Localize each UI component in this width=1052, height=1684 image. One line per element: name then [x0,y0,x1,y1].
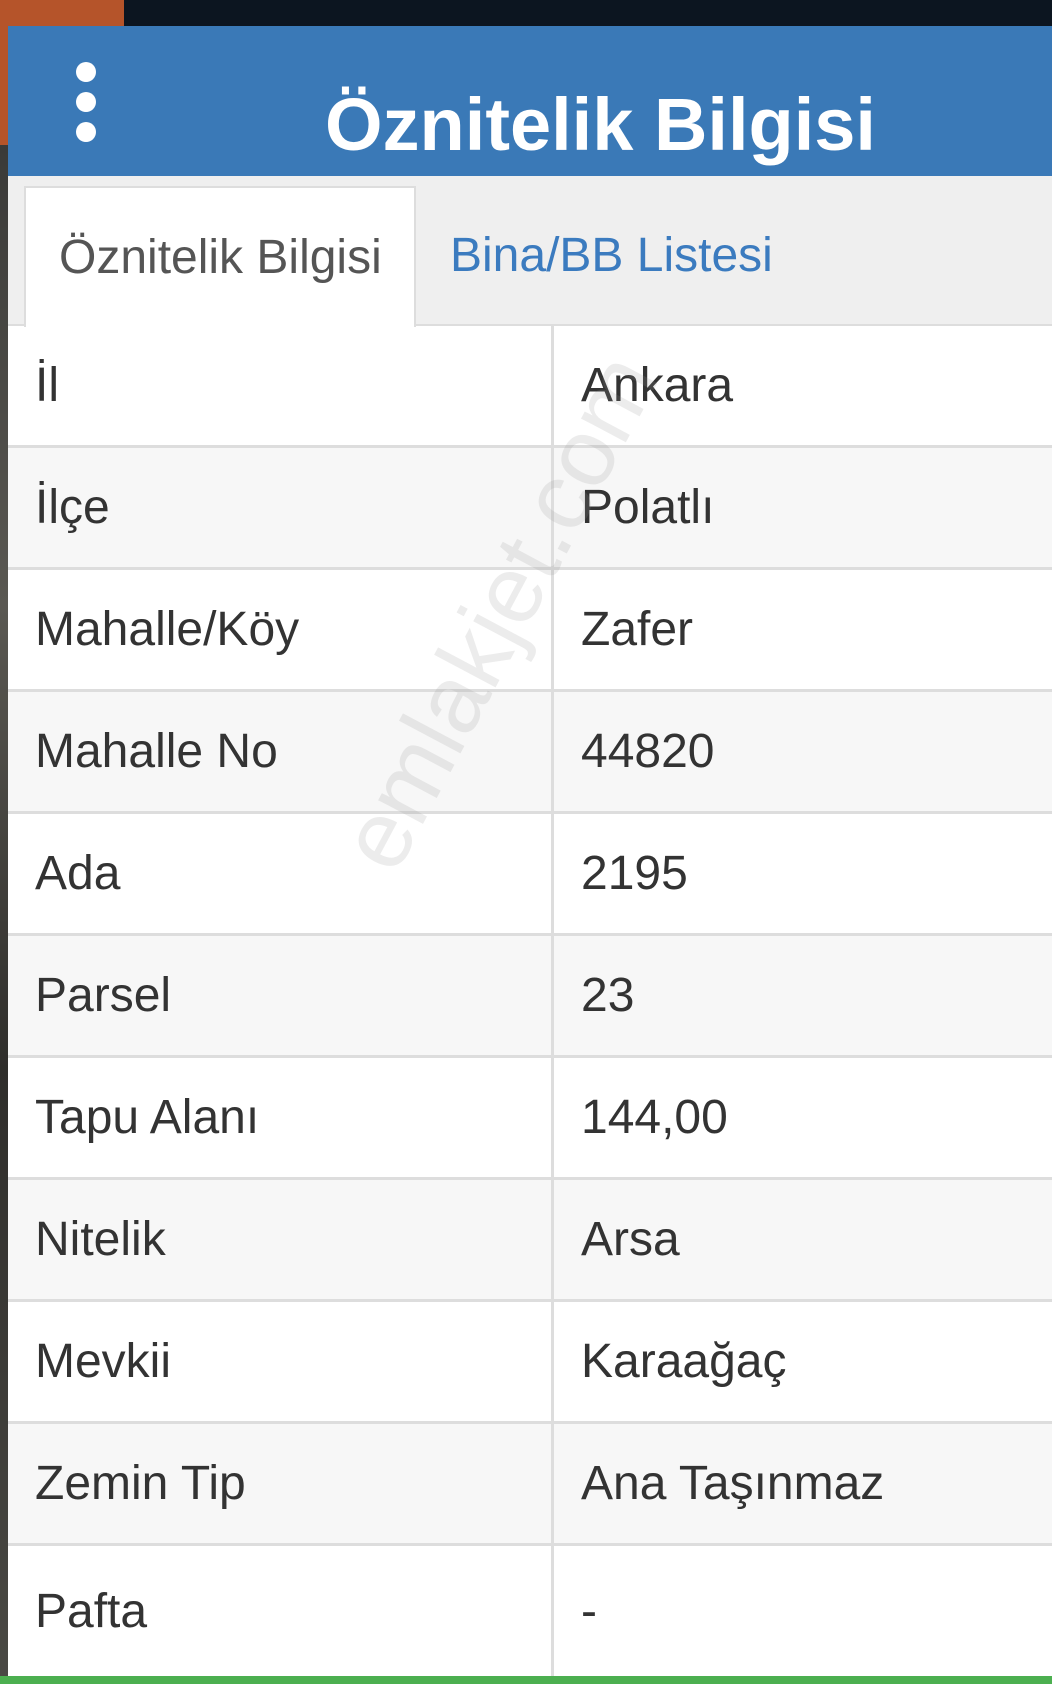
tab-attribute-info[interactable]: Öznitelik Bilgisi [24,186,416,327]
tab-bar: Öznitelik Bilgisi Bina/BB Listesi [8,176,1052,327]
attribute-label: İlçe [8,448,554,567]
attribute-value: Polatlı [581,481,715,534]
attribute-label: Mahalle No [8,692,554,811]
attribute-value: Arsa [581,1213,680,1266]
attribute-value: Karaağaç [581,1335,787,1388]
attribute-value: - [581,1584,597,1638]
attribute-label: Tapu Alanı [8,1058,554,1177]
attribute-value: Ankara [581,359,734,412]
table-row: Mevkii Karaağaç [8,1302,1052,1424]
attribute-value: Ana Taşınmaz [581,1457,885,1510]
attribute-label: Nitelik [8,1180,554,1299]
table-row: Nitelik Arsa [8,1180,1052,1302]
attribute-value: Zafer [581,603,694,656]
background-top [0,0,1052,26]
attribute-value: 23 [581,969,635,1022]
attribute-label: Parsel [8,936,554,1055]
table-row: İl Ankara [8,326,1052,448]
attribute-label: Pafta [8,1546,554,1676]
attribute-value: 44820 [581,725,715,778]
table-row: Ada 2195 [8,814,1052,936]
table-row: Mahalle No 44820 [8,692,1052,814]
dialog-title: Öznitelik Bilgisi [325,83,876,166]
tab-building-list[interactable]: Bina/BB Listesi [450,186,810,324]
more-vertical-icon[interactable] [66,62,106,142]
attribute-table: İl Ankara İlçe Polatlı Mahalle/Köy Zafer… [8,324,1052,1676]
attribute-value: 2195 [581,847,688,900]
bottom-accent-bar [0,1676,1052,1684]
attribute-label: Zemin Tip [8,1424,554,1543]
attribute-label: Mahalle/Köy [8,570,554,689]
attribute-dialog: Öznitelik Bilgisi Öznitelik Bilgisi Bina… [8,26,1052,1684]
table-row: Zemin Tip Ana Taşınmaz [8,1424,1052,1546]
attribute-label: Ada [8,814,554,933]
attribute-value: 144,00 [581,1091,728,1144]
dialog-header: Öznitelik Bilgisi [8,26,1052,176]
table-row: Mahalle/Köy Zafer [8,570,1052,692]
table-row: Tapu Alanı 144,00 [8,1058,1052,1180]
attribute-label: İl [8,326,554,445]
attribute-label: Mevkii [8,1302,554,1421]
table-row: Pafta - [8,1546,1052,1676]
table-row: Parsel 23 [8,936,1052,1058]
table-row: İlçe Polatlı [8,448,1052,570]
